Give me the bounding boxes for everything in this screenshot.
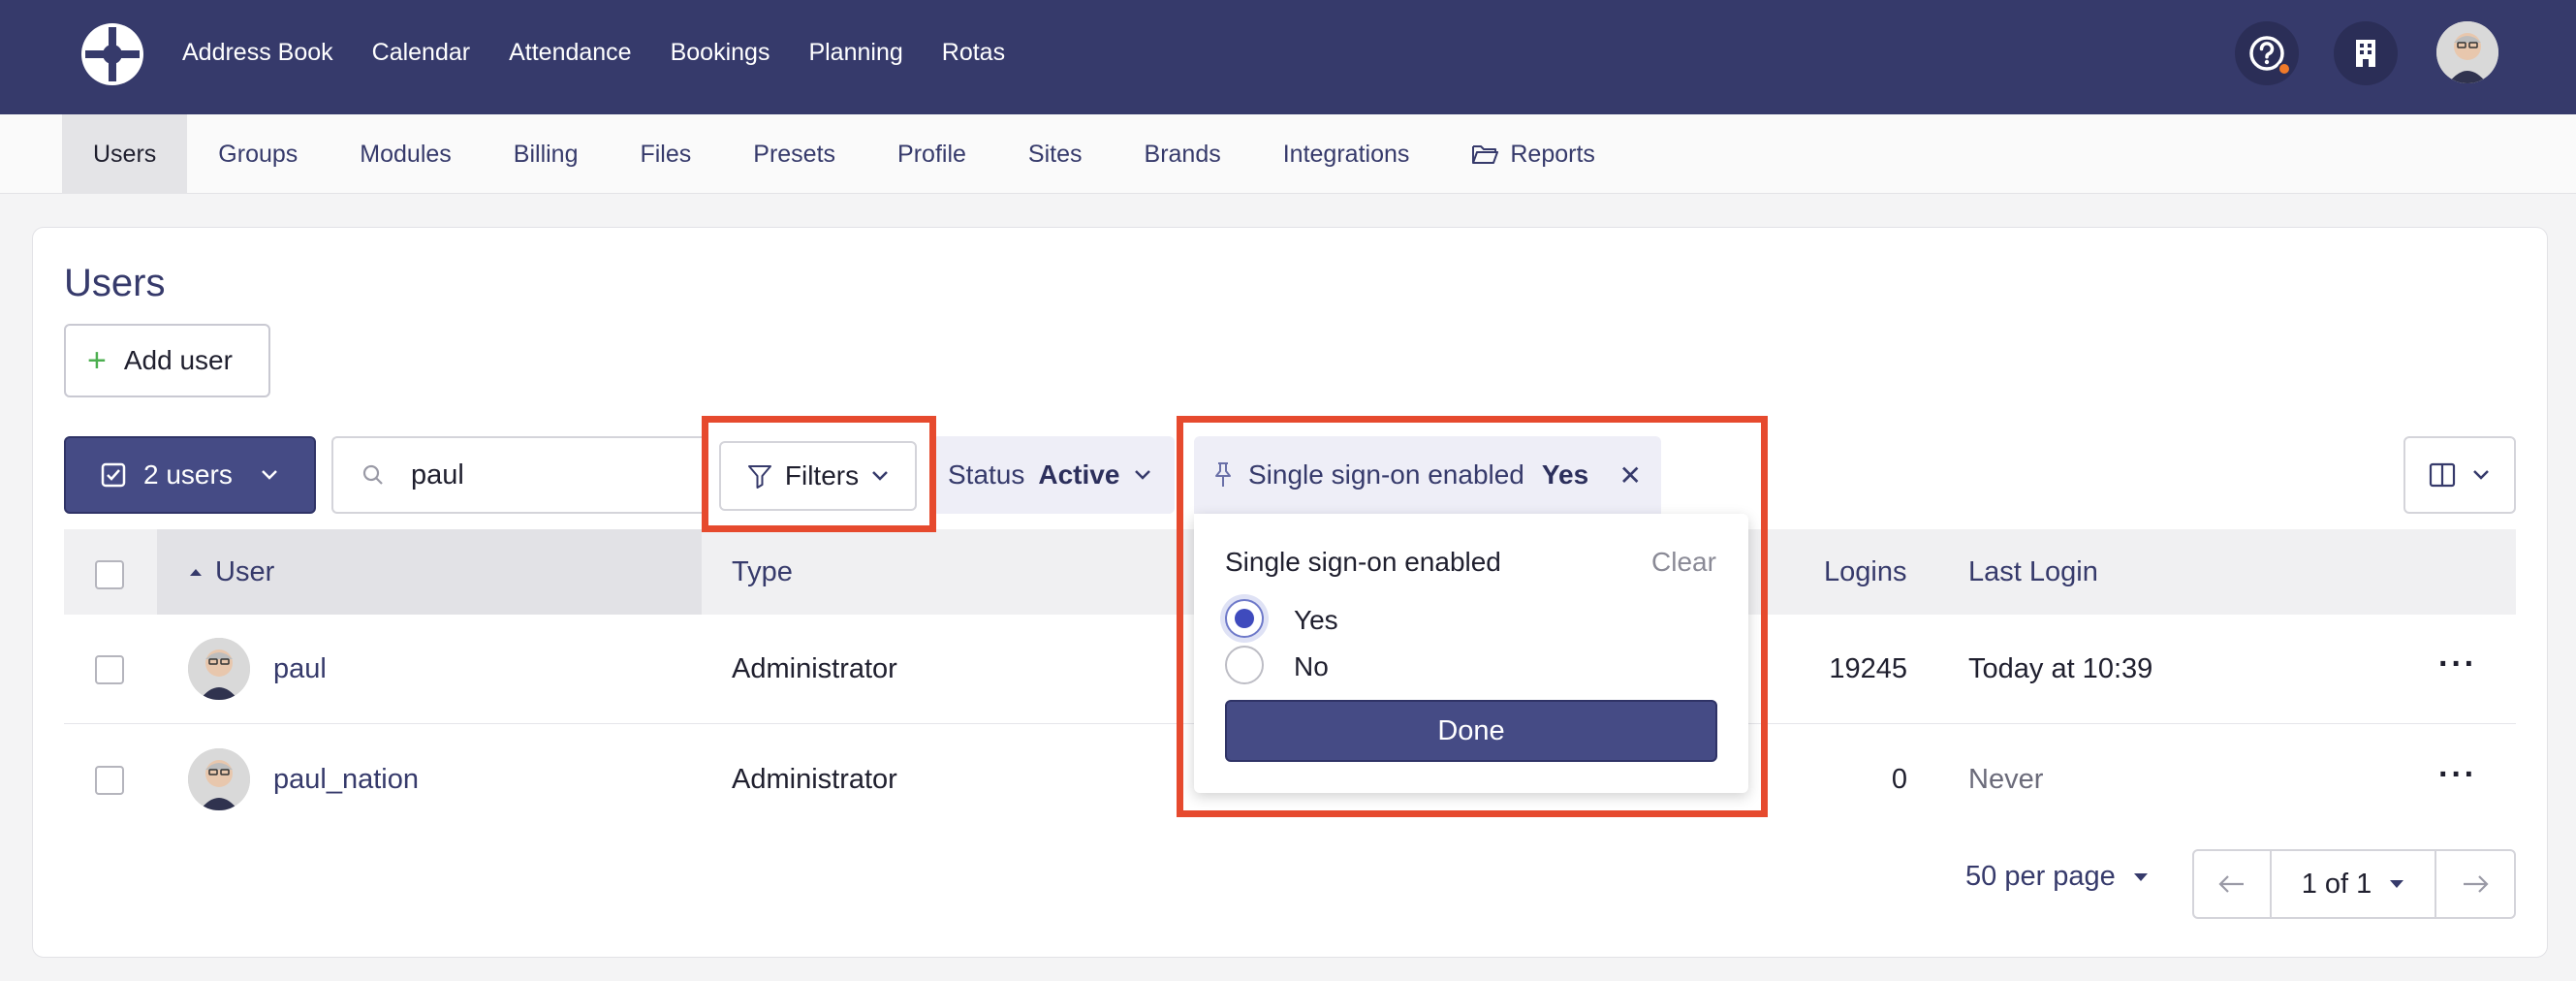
- tab-groups[interactable]: Groups: [187, 114, 329, 194]
- page-label: 1 of 1: [2301, 868, 2372, 900]
- tab-sites[interactable]: Sites: [997, 114, 1114, 194]
- help-button[interactable]: [2235, 21, 2299, 85]
- user-logins: 19245: [1829, 652, 1907, 684]
- page-select[interactable]: 1 of 1: [2272, 851, 2436, 917]
- tab-label: Presets: [753, 140, 836, 168]
- arrow-left-icon: [2218, 875, 2244, 893]
- header-label: User: [215, 555, 275, 587]
- tab-profile[interactable]: Profile: [866, 114, 997, 194]
- user-type: Administrator: [732, 652, 897, 684]
- nav-calendar[interactable]: Calendar: [372, 39, 470, 67]
- tab-label: Brands: [1144, 140, 1221, 168]
- tab-label: Sites: [1027, 140, 1083, 168]
- nav-planning[interactable]: Planning: [808, 39, 902, 67]
- tab-reports[interactable]: Reports: [1440, 114, 1626, 194]
- last-login-column-header[interactable]: Last Login: [1968, 529, 2098, 615]
- tab-modules[interactable]: Modules: [329, 114, 483, 194]
- per-page-select[interactable]: 50 per page: [1965, 861, 2149, 893]
- selected-users-dropdown[interactable]: 2 users: [64, 436, 316, 514]
- user-last-login: Never: [1968, 763, 2044, 795]
- tab-brands[interactable]: Brands: [1114, 114, 1252, 194]
- user-name-link[interactable]: paul_nation: [273, 760, 419, 799]
- tab-label: Integrations: [1282, 140, 1410, 168]
- user-type: Administrator: [732, 763, 897, 795]
- per-page-label: 50 per page: [1965, 861, 2116, 892]
- avatar: [188, 748, 250, 810]
- user-name-link[interactable]: paul: [273, 649, 327, 688]
- caret-down-icon: [2390, 880, 2404, 888]
- search-input[interactable]: paul: [331, 436, 704, 514]
- chevron-down-icon: [2473, 470, 2489, 480]
- tab-files[interactable]: Files: [609, 114, 722, 194]
- page-title: Users: [64, 262, 166, 304]
- tab-label: Users: [93, 140, 157, 168]
- tab-users[interactable]: Users: [62, 114, 188, 194]
- add-user-button[interactable]: + Add user: [64, 324, 270, 397]
- tab-label: Billing: [513, 140, 579, 168]
- arrow-right-icon: [2464, 875, 2489, 893]
- avatar: [188, 638, 250, 700]
- row-actions-icon[interactable]: ···: [2438, 646, 2477, 683]
- app-logo-icon[interactable]: [79, 21, 145, 87]
- tab-label: Groups: [218, 140, 298, 168]
- logins-column-header[interactable]: Logins: [1824, 529, 1906, 615]
- chevron-down-icon: [1135, 470, 1151, 480]
- chevron-down-icon: [261, 470, 277, 480]
- tab-label: Profile: [897, 140, 966, 168]
- organisation-button[interactable]: [2334, 21, 2398, 85]
- checkbox-checked-icon: [101, 462, 126, 488]
- user-logins: 0: [1891, 763, 1907, 795]
- tab-presets[interactable]: Presets: [722, 114, 866, 194]
- columns-icon: [2429, 462, 2456, 488]
- tab-label: Files: [640, 140, 692, 168]
- settings-subnav: Users Groups Modules Billing Files Prese…: [0, 114, 2576, 194]
- nav-attendance[interactable]: Attendance: [509, 39, 632, 67]
- column-layout-button[interactable]: [2403, 436, 2516, 514]
- highlight-filters: [702, 416, 936, 532]
- user-last-login: Today at 10:39: [1968, 652, 2153, 684]
- folder-open-icon: [1472, 145, 1499, 164]
- avatar-photo-icon: [188, 748, 250, 810]
- pagination: 1 of 1: [2192, 849, 2516, 919]
- add-user-label: Add user: [123, 345, 233, 375]
- highlight-sso-filter: [1177, 416, 1768, 817]
- type-column-header[interactable]: Type: [732, 529, 793, 615]
- top-navigation-bar: Address Book Calendar Attendance Booking…: [0, 0, 2576, 114]
- tab-billing[interactable]: Billing: [483, 114, 610, 194]
- selected-users-label: 2 users: [143, 459, 233, 490]
- status-filter-chip[interactable]: Status Active: [932, 436, 1175, 514]
- status-chip-value: Active: [1038, 459, 1120, 490]
- nav-bookings[interactable]: Bookings: [671, 39, 770, 67]
- header-label: Logins: [1824, 555, 1907, 587]
- user-avatar[interactable]: [2436, 21, 2498, 83]
- user-column-header[interactable]: User: [188, 529, 274, 615]
- tab-label: Modules: [360, 140, 452, 168]
- notification-dot: [2278, 62, 2291, 76]
- tab-integrations[interactable]: Integrations: [1252, 114, 1441, 194]
- header-label: Last Login: [1968, 555, 2098, 587]
- row-checkbox[interactable]: [95, 655, 124, 684]
- previous-page-button[interactable]: [2194, 851, 2272, 917]
- header-label: Type: [732, 555, 793, 587]
- select-all-checkbox[interactable]: [95, 560, 124, 589]
- nav-rotas[interactable]: Rotas: [942, 39, 1005, 67]
- plus-icon: +: [87, 342, 107, 379]
- main-nav: Address Book Calendar Attendance Booking…: [182, 0, 1005, 105]
- avatar-photo-icon: [188, 638, 250, 700]
- sort-ascending-icon: [190, 569, 202, 576]
- row-actions-icon[interactable]: ···: [2438, 756, 2477, 794]
- tab-label: Reports: [1510, 140, 1595, 168]
- row-checkbox[interactable]: [95, 766, 124, 795]
- avatar-photo-icon: [2436, 21, 2498, 83]
- search-icon: [362, 464, 383, 485]
- building-icon: [2356, 40, 2375, 67]
- search-value: paul: [411, 459, 464, 490]
- next-page-button[interactable]: [2436, 851, 2514, 917]
- status-chip-label: Status: [948, 459, 1025, 490]
- caret-down-icon: [2133, 872, 2148, 881]
- nav-address-book[interactable]: Address Book: [182, 39, 333, 67]
